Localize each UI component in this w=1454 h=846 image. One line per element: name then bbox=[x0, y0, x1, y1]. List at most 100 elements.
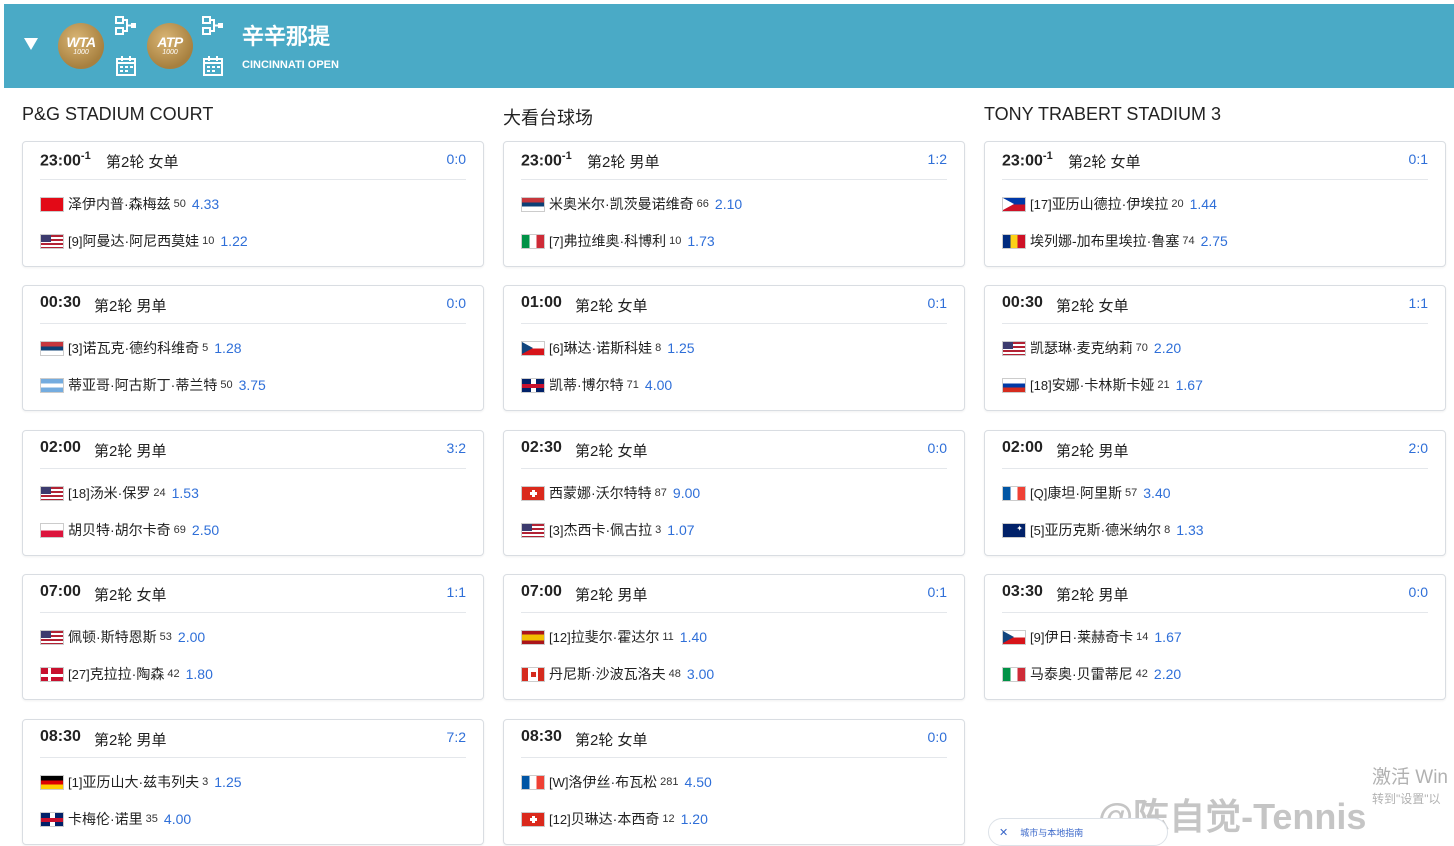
player-name[interactable]: 埃列娜-加布里埃拉·鲁塞 bbox=[1030, 231, 1179, 251]
player-name[interactable]: 亚历山大·兹韦列夫 bbox=[82, 772, 199, 792]
player-row[interactable]: [5]亚历克斯·德米纳尔8 1.33 bbox=[1002, 520, 1204, 540]
match-card[interactable]: 02:00 第2轮 男单 2:0 [Q]康坦·阿里斯57 3.40 [5]亚历克斯·德米纳… bbox=[984, 430, 1446, 556]
close-icon[interactable]: ✕ bbox=[999, 826, 1008, 839]
draw-bracket-icon[interactable] bbox=[115, 16, 137, 36]
player-name[interactable]: 米奥米尔·凯茨曼诺维奇 bbox=[549, 194, 694, 214]
player-name[interactable]: 卡梅伦·诺里 bbox=[68, 809, 143, 829]
player-row[interactable]: [Q] 康坦·阿里斯 57 3.40 bbox=[1002, 483, 1171, 503]
match-score[interactable]: 7:2 bbox=[447, 729, 466, 745]
player-name[interactable]: 汤米·保罗 bbox=[90, 483, 151, 503]
player-odds[interactable]: 1.25 bbox=[667, 340, 694, 356]
city-guide-toast[interactable]: ✕ 城市与本地指南 bbox=[988, 818, 1168, 846]
calendar-icon[interactable] bbox=[115, 56, 137, 76]
match-card[interactable]: 23:00-1 第2轮 女单 0:0 泽伊内普·森梅兹 50 4.33 [9] 阿曼达·阿尼西… bbox=[22, 141, 484, 267]
player-odds[interactable]: 1.73 bbox=[687, 233, 714, 249]
player-odds[interactable]: 1.44 bbox=[1190, 196, 1217, 212]
player-odds[interactable]: 4.00 bbox=[645, 377, 672, 393]
player-row[interactable]: 凯蒂·博尔特 71 4.00 bbox=[521, 375, 672, 395]
player-odds[interactable]: 4.00 bbox=[164, 811, 191, 827]
player-odds[interactable]: 2.20 bbox=[1154, 340, 1181, 356]
player-odds[interactable]: 1.22 bbox=[220, 233, 247, 249]
wta-1000-badge[interactable]: WTA 1000 bbox=[58, 23, 104, 69]
match-card[interactable]: 23:00-1 第2轮 女单 0:1 [17] 亚历山德拉·伊埃拉 20 1.44 埃列娜-加… bbox=[984, 141, 1446, 267]
player-row[interactable]: [3] 诺瓦克·德约科维奇 5 1.28 bbox=[40, 338, 242, 358]
player-odds[interactable]: 1.25 bbox=[214, 774, 241, 790]
match-score[interactable]: 0:0 bbox=[1409, 584, 1428, 600]
match-card[interactable]: 08:30 第2轮 女单 0:0 [W] 洛伊丝·布瓦松 281 4.50 [12] 贝琳达·本… bbox=[503, 719, 965, 845]
player-name[interactable]: 亚历山德拉·伊埃拉 bbox=[1052, 194, 1169, 214]
player-name[interactable]: 洛伊丝·布瓦松 bbox=[569, 772, 658, 792]
player-odds[interactable]: 1.53 bbox=[172, 485, 199, 501]
player-name[interactable]: 蒂亚哥·阿古斯丁·蒂兰特 bbox=[68, 375, 217, 395]
player-row[interactable]: [27] 克拉拉·陶森 42 1.80 bbox=[40, 664, 213, 684]
match-card[interactable]: 07:00 第2轮 女单 1:1 佩顿·斯特恩斯 53 2.00 [27] 克拉拉·陶森 42 1… bbox=[22, 574, 484, 700]
match-card[interactable]: 00:30 第2轮 女单 1:1 凯瑟琳·麦克纳莉 70 2.20 [18] 安娜·卡林斯卡娅… bbox=[984, 285, 1446, 411]
player-name[interactable]: 胡贝特·胡尔卡奇 bbox=[68, 520, 171, 540]
player-odds[interactable]: 3.75 bbox=[239, 377, 266, 393]
match-score[interactable]: 0:1 bbox=[928, 584, 947, 600]
player-row[interactable]: [12] 拉斐尔·霍达尔 11 1.40 bbox=[521, 627, 707, 647]
match-score[interactable]: 1:1 bbox=[1409, 295, 1428, 311]
match-card[interactable]: 00:30 第2轮 男单 0:0 [3] 诺瓦克·德约科维奇 5 1.28 蒂亚哥·阿古斯丁·… bbox=[22, 285, 484, 411]
player-row[interactable]: 马泰奥·贝雷蒂尼 42 2.20 bbox=[1002, 664, 1181, 684]
match-card[interactable]: 02:30 第2轮 女单 0:0 西蒙娜·沃尔特特 87 9.00 [3] 杰西卡·佩古拉 3 1… bbox=[503, 430, 965, 556]
player-name[interactable]: 伊日·莱赫奇卡 bbox=[1044, 627, 1133, 647]
player-row[interactable]: [12] 贝琳达·本西奇 12 1.20 bbox=[521, 809, 708, 829]
player-row[interactable]: 米奥米尔·凯茨曼诺维奇 66 2.10 bbox=[521, 194, 742, 214]
match-score[interactable]: 1:1 bbox=[447, 584, 466, 600]
player-odds[interactable]: 2.00 bbox=[178, 629, 205, 645]
player-odds[interactable]: 2.75 bbox=[1201, 233, 1228, 249]
player-odds[interactable]: 1.28 bbox=[214, 340, 241, 356]
player-name[interactable]: 凯瑟琳·麦克纳莉 bbox=[1030, 338, 1133, 358]
player-name[interactable]: 杰西卡·佩古拉 bbox=[563, 520, 652, 540]
player-row[interactable]: [6] 琳达·诺斯科娃 8 1.25 bbox=[521, 338, 695, 358]
draw-bracket-icon[interactable] bbox=[202, 16, 224, 36]
match-score[interactable]: 0:0 bbox=[928, 440, 947, 456]
player-name[interactable]: 克拉拉·陶森 bbox=[90, 664, 165, 684]
player-name[interactable]: 佩顿·斯特恩斯 bbox=[68, 627, 157, 647]
player-row[interactable]: 卡梅伦·诺里 35 4.00 bbox=[40, 809, 191, 829]
tournament-title[interactable]: 辛辛那提 bbox=[242, 19, 330, 51]
player-row[interactable]: [1] 亚历山大·兹韦列夫 3 1.25 bbox=[40, 772, 242, 792]
player-row[interactable]: 蒂亚哥·阿古斯丁·蒂兰特 50 3.75 bbox=[40, 375, 266, 395]
player-row[interactable]: 丹尼斯·沙波瓦洛夫 48 3.00 bbox=[521, 664, 714, 684]
player-odds[interactable]: 3.40 bbox=[1143, 485, 1170, 501]
player-odds[interactable]: 1.67 bbox=[1154, 629, 1181, 645]
player-odds[interactable]: 2.20 bbox=[1154, 666, 1181, 682]
player-name[interactable]: 西蒙娜·沃尔特特 bbox=[549, 483, 652, 503]
player-odds[interactable]: 2.10 bbox=[715, 196, 742, 212]
player-name[interactable]: 弗拉维奥·科博利 bbox=[563, 231, 666, 251]
player-odds[interactable]: 1.40 bbox=[680, 629, 707, 645]
player-odds[interactable]: 1.20 bbox=[681, 811, 708, 827]
match-card[interactable]: 03:30 第2轮 男单 0:0 [9] 伊日·莱赫奇卡 14 1.67 马泰奥·贝雷蒂尼 42… bbox=[984, 574, 1446, 700]
player-row[interactable]: 胡贝特·胡尔卡奇 69 2.50 bbox=[40, 520, 219, 540]
calendar-icon[interactable] bbox=[202, 56, 224, 76]
player-odds[interactable]: 4.33 bbox=[192, 196, 219, 212]
match-score[interactable]: 0:1 bbox=[928, 295, 947, 311]
player-row[interactable]: [18] 汤米·保罗 24 1.53 bbox=[40, 483, 199, 503]
match-score[interactable]: 0:0 bbox=[447, 295, 466, 311]
player-name[interactable]: 康坦·阿里斯 bbox=[1047, 483, 1122, 503]
match-card[interactable]: 02:00 第2轮 男单 3:2 [18] 汤米·保罗 24 1.53 胡贝特·胡尔卡奇 69 2… bbox=[22, 430, 484, 556]
player-row[interactable]: [17] 亚历山德拉·伊埃拉 20 1.44 bbox=[1002, 194, 1217, 214]
match-card[interactable]: 07:00 第2轮 男单 0:1 [12] 拉斐尔·霍达尔 11 1.40 丹尼斯·沙波瓦洛夫… bbox=[503, 574, 965, 700]
player-odds[interactable]: 1.80 bbox=[186, 666, 213, 682]
player-name[interactable]: 泽伊内普·森梅兹 bbox=[68, 194, 171, 214]
player-name[interactable]: 诺瓦克·德约科维奇 bbox=[82, 338, 199, 358]
match-card[interactable]: 23:00-1 第2轮 男单 1:2 米奥米尔·凯茨曼诺维奇 66 2.10 [7] 弗拉维奥… bbox=[503, 141, 965, 267]
player-row[interactable]: [3] 杰西卡·佩古拉 3 1.07 bbox=[521, 520, 695, 540]
player-odds[interactable]: 4.50 bbox=[685, 774, 712, 790]
player-row[interactable]: 埃列娜-加布里埃拉·鲁塞 74 2.75 bbox=[1002, 231, 1228, 251]
match-score[interactable]: 0:0 bbox=[447, 151, 466, 167]
player-odds[interactable]: 9.00 bbox=[673, 485, 700, 501]
collapse-arrow-icon[interactable] bbox=[24, 38, 38, 50]
player-row[interactable]: 泽伊内普·森梅兹 50 4.33 bbox=[40, 194, 219, 214]
match-card[interactable]: 01:00 第2轮 女单 0:1 [6] 琳达·诺斯科娃 8 1.25 凯蒂·博尔特 71 4.0… bbox=[503, 285, 965, 411]
player-name[interactable]: 阿曼达·阿尼西莫娃 bbox=[82, 231, 199, 251]
player-name[interactable]: 拉斐尔·霍达尔 bbox=[571, 627, 660, 647]
match-score[interactable]: 0:0 bbox=[928, 729, 947, 745]
player-name[interactable]: 凯蒂·博尔特 bbox=[549, 375, 624, 395]
player-row[interactable]: 西蒙娜·沃尔特特 87 9.00 bbox=[521, 483, 700, 503]
player-name[interactable]: 安娜·卡林斯卡娅 bbox=[1052, 375, 1155, 395]
player-row[interactable]: [9] 阿曼达·阿尼西莫娃 10 1.22 bbox=[40, 231, 248, 251]
